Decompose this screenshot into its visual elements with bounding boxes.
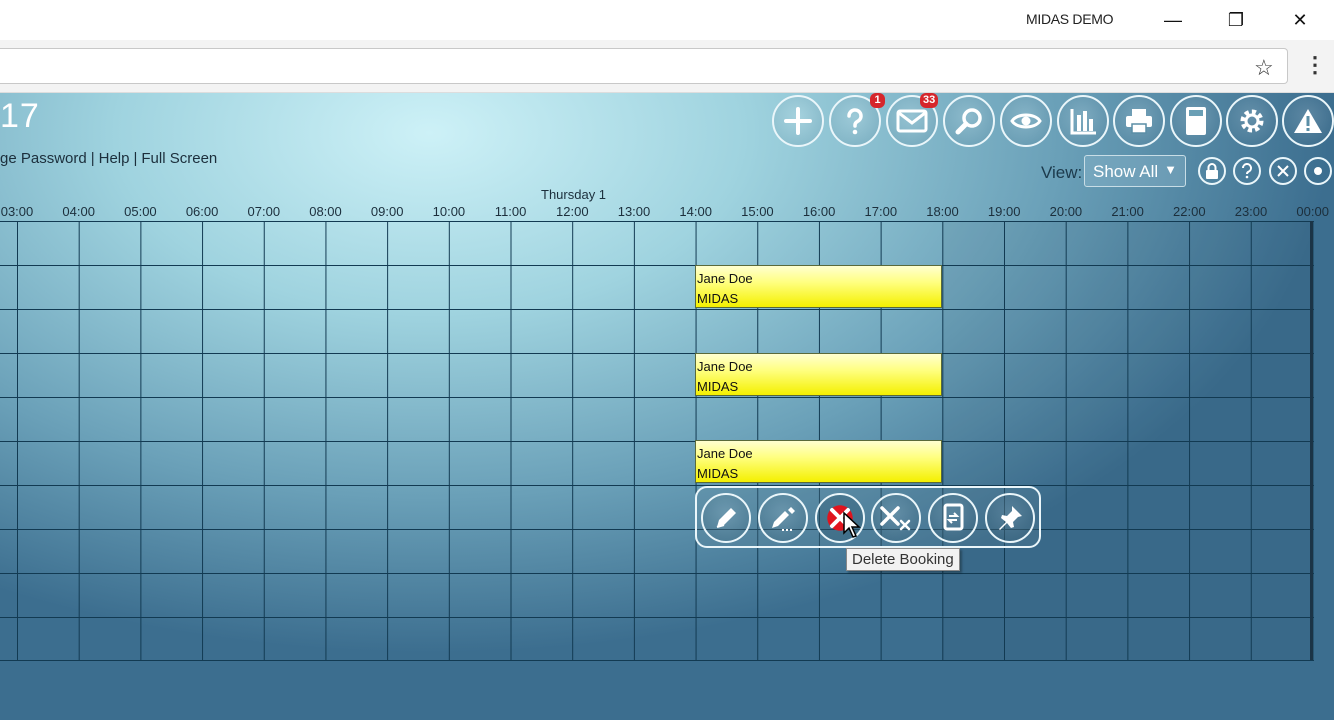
gear-icon xyxy=(1240,109,1264,133)
reports-button[interactable] xyxy=(1057,95,1109,147)
copy-icon xyxy=(943,503,964,531)
small-record-button[interactable] xyxy=(1304,157,1332,185)
hour-label: 20:00 xyxy=(1049,204,1083,219)
small-help-button[interactable] xyxy=(1233,157,1261,185)
link-separator: | xyxy=(133,150,138,167)
minimize-button[interactable]: — xyxy=(1153,6,1193,34)
messages-badge: 33 xyxy=(920,93,939,108)
schedule-grid[interactable] xyxy=(0,221,1314,661)
booking-name: Jane Doe xyxy=(697,271,753,286)
booking-name: Jane Doe xyxy=(697,446,753,461)
hour-label: 07:00 xyxy=(247,204,281,219)
hour-label: 13:00 xyxy=(617,204,651,219)
hour-label: 23:00 xyxy=(1234,204,1268,219)
view-select[interactable]: Show All ▼ xyxy=(1084,155,1186,187)
envelope-icon xyxy=(896,109,928,133)
hour-label: 17:00 xyxy=(864,204,898,219)
grid-right-border xyxy=(1310,221,1313,660)
alerts-button[interactable] xyxy=(1282,95,1334,147)
search-icon xyxy=(955,108,982,135)
browser-toolbar xyxy=(0,40,1334,93)
pin-booking-button[interactable] xyxy=(985,493,1035,543)
booking-block[interactable]: Jane Doe MIDAS xyxy=(695,265,942,308)
question-icon xyxy=(1242,163,1252,179)
restore-button[interactable]: ❐ xyxy=(1216,6,1256,34)
hour-label: 21:00 xyxy=(1111,204,1144,219)
hour-label: 15:00 xyxy=(741,204,774,219)
booking-name: Jane Doe xyxy=(697,359,753,374)
chevron-down-icon: ▼ xyxy=(1164,162,1177,177)
hour-label: 08:00 xyxy=(309,204,342,219)
window-title: MIDAS DEMO xyxy=(1026,11,1114,27)
booking-action-bar xyxy=(695,486,1041,548)
mouse-cursor-icon xyxy=(843,511,861,538)
hour-label: 09:00 xyxy=(370,204,404,219)
link-separator: | xyxy=(90,150,95,167)
close-icon xyxy=(1277,165,1289,177)
scheduler-app: 17 ge Password | Help | Full Screen 1 33 Vie… xyxy=(0,93,1334,720)
lock-icon xyxy=(1206,163,1218,179)
browser-menu-icon[interactable]: ⋮ xyxy=(1304,52,1326,78)
help-badge: 1 xyxy=(870,93,885,108)
hour-label: 06:00 xyxy=(185,204,219,219)
hour-label: 00:00 xyxy=(1296,204,1329,219)
hour-label: 16:00 xyxy=(802,204,836,219)
booking-block[interactable]: Jane Doe MIDAS xyxy=(695,353,942,396)
pencil-multiple-icon xyxy=(772,507,795,531)
tooltip: Delete Booking xyxy=(846,548,960,571)
settings-button[interactable] xyxy=(1226,95,1278,147)
eye-icon xyxy=(1010,113,1042,129)
header-links: ge Password | Help | Full Screen xyxy=(0,150,217,167)
booking-block[interactable]: Jane Doe MIDAS xyxy=(695,440,942,483)
hour-label: 04:00 xyxy=(62,204,95,219)
delete-series-button[interactable] xyxy=(871,493,921,543)
calculator-icon xyxy=(1186,107,1206,135)
help-link[interactable]: Help xyxy=(99,150,130,167)
hour-label: 05:00 xyxy=(124,204,157,219)
booking-org: MIDAS xyxy=(697,466,739,481)
booking-org: MIDAS xyxy=(697,379,739,394)
hour-label: 22:00 xyxy=(1173,204,1206,219)
day-label: Thursday 1 xyxy=(541,187,607,202)
change-password-link[interactable]: ge Password xyxy=(0,150,87,167)
calculator-button[interactable] xyxy=(1170,95,1222,147)
dot-icon xyxy=(1314,167,1322,175)
window-titlebar: MIDAS DEMO — ❐ ✕ xyxy=(0,0,1334,40)
page-title: 17 xyxy=(0,97,40,135)
view-select-value: Show All xyxy=(1093,162,1159,181)
edit-booking-button[interactable] xyxy=(701,493,751,543)
hour-label: 03:00 xyxy=(0,204,34,219)
hour-label: 14:00 xyxy=(679,204,712,219)
address-bar[interactable] xyxy=(0,48,1288,84)
search-button[interactable] xyxy=(943,95,995,147)
question-icon xyxy=(847,108,863,135)
hour-label: 10:00 xyxy=(432,204,466,219)
print-button[interactable] xyxy=(1113,95,1165,147)
bookmark-star-icon[interactable]: ☆ xyxy=(1254,55,1274,81)
add-button[interactable] xyxy=(772,95,824,147)
printer-icon xyxy=(1126,109,1152,134)
bar-chart-icon xyxy=(1070,109,1096,135)
edit-series-button[interactable] xyxy=(758,493,808,543)
view-button[interactable] xyxy=(1000,95,1052,147)
hour-label: 18:00 xyxy=(926,204,959,219)
pin-icon xyxy=(999,506,1022,530)
close-window-button[interactable]: ✕ xyxy=(1280,6,1320,34)
plus-icon xyxy=(784,107,812,135)
warning-icon xyxy=(1294,109,1322,133)
booking-org: MIDAS xyxy=(697,291,739,306)
hour-label: 19:00 xyxy=(987,204,1021,219)
copy-booking-button[interactable] xyxy=(928,493,978,543)
view-label: View: xyxy=(1041,163,1083,182)
full-screen-link[interactable]: Full Screen xyxy=(141,150,217,167)
pencil-icon xyxy=(716,508,736,528)
delete-multiple-icon xyxy=(880,506,911,531)
small-close-button[interactable] xyxy=(1269,157,1297,185)
hour-label: 11:00 xyxy=(494,204,527,219)
hour-label: 12:00 xyxy=(556,204,589,219)
lock-button[interactable] xyxy=(1198,157,1226,185)
